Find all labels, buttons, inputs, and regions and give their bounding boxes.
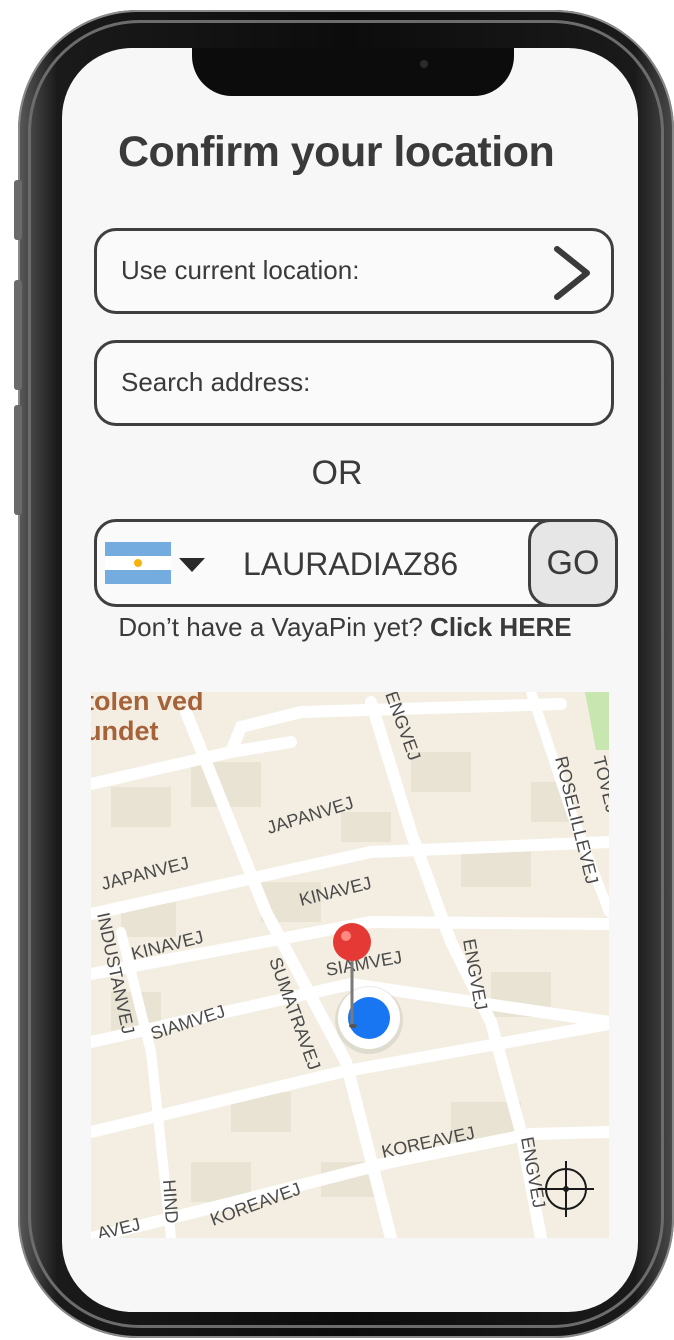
street-label-engvej-3: ENGVEJ [517, 1135, 549, 1209]
street-label-tovej: TOVEJ [589, 754, 609, 815]
go-button[interactable]: GO [528, 519, 618, 607]
place-label-line-2: undet [91, 716, 159, 746]
signup-hint: Don’t have a VayaPin yet? Click HERE [0, 612, 674, 643]
page-title: Confirm your location [118, 128, 555, 176]
map-view[interactable]: JAPANVEJ JAPANVEJ KINAVEJ KINAVEJ SIAMVE… [91, 692, 609, 1238]
or-separator: OR [311, 454, 363, 492]
chevron-right-icon [554, 246, 590, 300]
street-label-hind: HIND [159, 1179, 182, 1224]
argentina-flag-icon[interactable] [105, 542, 171, 584]
map-canvas[interactable]: JAPANVEJ JAPANVEJ KINAVEJ KINAVEJ SIAMVE… [91, 692, 609, 1238]
search-address-label: Search address: [121, 367, 311, 397]
current-location-marker-icon [335, 986, 403, 1054]
use-current-location-label: Use current location: [121, 255, 360, 285]
use-current-location-button[interactable]: Use current location: [94, 228, 614, 314]
street-label-avej: AVEJ [95, 1214, 142, 1238]
vayapin-input[interactable]: LAURADIAZ86 [243, 546, 458, 583]
street-label-kinavej-1: KINAVEJ [297, 873, 373, 910]
recenter-crosshair-icon[interactable] [538, 1161, 594, 1217]
volume-up-button [14, 280, 22, 390]
country-dropdown-caret-icon[interactable] [179, 558, 205, 572]
phone-notch [192, 48, 514, 96]
street-label-japanvej-2: JAPANVEJ [99, 853, 191, 894]
mute-switch [14, 180, 22, 240]
signup-link[interactable]: Click HERE [430, 612, 572, 642]
signup-hint-text: Don’t have a VayaPin yet? [118, 612, 423, 642]
place-label-line-1: tolen ved [91, 692, 204, 716]
front-camera [420, 60, 428, 68]
search-address-field[interactable]: Search address: [94, 340, 614, 426]
vayapin-input-group: LAURADIAZ86 GO [94, 519, 618, 607]
